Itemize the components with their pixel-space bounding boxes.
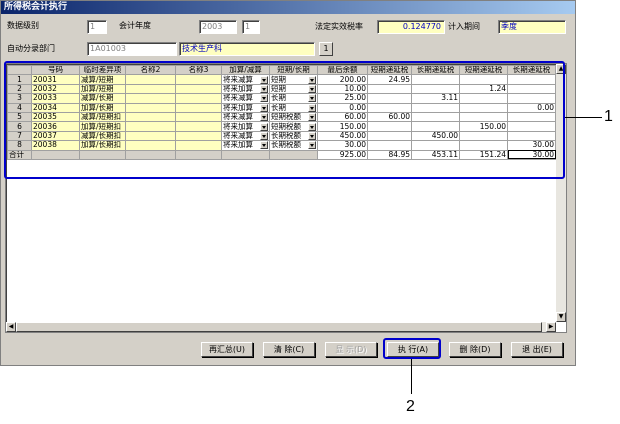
statutory-rate-field[interactable]: 0.124770: [377, 20, 445, 34]
display-button[interactable]: 显 示(D): [325, 342, 377, 357]
delete-button[interactable]: 删 除(D): [449, 342, 501, 357]
fiscal-year-field[interactable]: 2003: [199, 20, 237, 34]
include-period-label: 计入期间: [448, 22, 480, 31]
callout-1-line: [565, 117, 602, 118]
callout-2-line: [411, 359, 412, 394]
scroll-right-icon[interactable]: ▶: [546, 322, 556, 332]
horizontal-scrollbar[interactable]: ◀ ▶: [6, 322, 556, 332]
tax-accounting-window: 所得税会计执行 数据级别 1 会计年度 2003 1 法定实效税率 0.1247…: [0, 0, 576, 366]
resum-button[interactable]: 再汇总(U): [201, 342, 253, 357]
callout-1-label: 1: [604, 108, 613, 125]
period-field[interactable]: 1: [242, 20, 260, 34]
exit-button[interactable]: 退 出(E): [511, 342, 563, 357]
fiscal-year-label: 会计年度: [119, 21, 151, 30]
execute-highlight-frame: [383, 338, 441, 359]
data-level-field[interactable]: 1: [87, 20, 107, 34]
auto-dept-label: 自动分录部门: [7, 44, 55, 53]
dept-code-field[interactable]: 1A01003: [87, 42, 177, 56]
dept-name-field[interactable]: 技术生产科: [179, 42, 315, 56]
include-period-field[interactable]: 季度: [498, 20, 566, 34]
statutory-rate-label: 法定实效税率: [315, 22, 363, 31]
dept-browse-button[interactable]: 1: [319, 42, 333, 56]
window-title: 所得税会计执行: [1, 1, 575, 14]
data-level-label: 数据级别: [7, 21, 39, 30]
scroll-down-icon[interactable]: ▼: [556, 312, 566, 322]
scroll-left-icon[interactable]: ◀: [6, 322, 16, 332]
horizontal-scroll-thumb[interactable]: [16, 322, 542, 332]
callout-2-label: 2: [406, 398, 415, 415]
clear-button[interactable]: 清 除(C): [263, 342, 315, 357]
grid-highlight-frame: [4, 61, 565, 179]
